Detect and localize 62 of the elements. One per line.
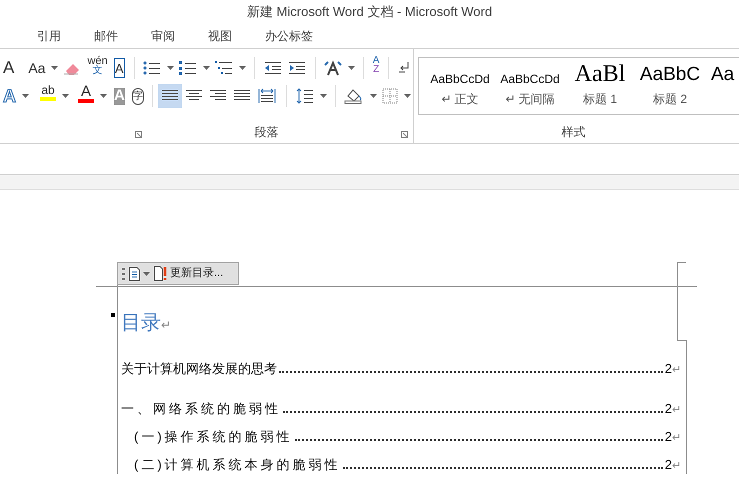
- page-exclamation-icon: [154, 266, 168, 281]
- ribbon-tab[interactable]: 邮件: [90, 27, 122, 45]
- decrease-indent-icon: [264, 61, 282, 75]
- enclosed-character-button[interactable]: 字: [132, 88, 144, 104]
- ribbon-tab[interactable]: 引用: [33, 27, 65, 45]
- caret-icon[interactable]: [404, 94, 412, 98]
- caret-icon[interactable]: [320, 94, 327, 98]
- text-effect-button[interactable]: A: [0, 84, 19, 108]
- caret-icon[interactable]: [239, 66, 246, 70]
- numbered-list-icon: [179, 60, 198, 76]
- font-color-button[interactable]: A: [75, 84, 97, 108]
- align-right-icon: [210, 90, 226, 102]
- ribbon-tab[interactable]: 审阅: [147, 27, 179, 45]
- document-icon[interactable]: [129, 266, 140, 280]
- justify-icon: [234, 90, 250, 102]
- phonetic-guide-button[interactable]: wén 文: [84, 56, 111, 80]
- update-toc-button[interactable]: 更新目录...: [154, 265, 224, 282]
- line-spacing-icon: [296, 88, 314, 104]
- ribbon-tab[interactable]: 办公标签: [261, 27, 317, 45]
- grip-icon: [122, 268, 125, 280]
- sort-button[interactable]: A Z: [370, 56, 382, 80]
- anchor-mark: [111, 313, 115, 317]
- group-label: 样式: [562, 124, 586, 141]
- caret-icon[interactable]: [100, 94, 107, 98]
- caret-icon[interactable]: [370, 94, 378, 98]
- style-option[interactable]: AaBbC 标题 2: [635, 58, 705, 114]
- toc-entry[interactable]: 一、网络系统的脆弱性 2↵: [121, 390, 681, 418]
- multilevel-list-icon: [215, 60, 234, 76]
- grow-font-button[interactable]: A: [0, 56, 18, 80]
- distributed-icon: [258, 88, 276, 104]
- group-label: 段落: [254, 124, 278, 141]
- bullets-list-icon: [143, 60, 162, 76]
- caret-icon[interactable]: [203, 66, 210, 70]
- style-option[interactable]: AaBbCcDd ↵ 无间隔: [495, 58, 565, 114]
- caret-icon[interactable]: [143, 272, 150, 276]
- caret-icon[interactable]: [62, 94, 69, 98]
- caret-icon[interactable]: [167, 66, 174, 70]
- align-left-icon: [162, 90, 178, 102]
- toc-title: 目录↵: [121, 311, 172, 336]
- toc-entry[interactable]: (二)计算机系统本身的脆弱性 2↵: [121, 446, 681, 474]
- window-title: 新建 Microsoft Word 文档 - Microsoft Word: [246, 3, 494, 22]
- dialog-launcher-icon[interactable]: [401, 131, 408, 138]
- toc-entry[interactable]: (一)操作系统的脆弱性 2↵: [121, 418, 681, 446]
- style-option[interactable]: AaBl 标题 1: [565, 58, 635, 114]
- align-center-icon: [186, 90, 202, 102]
- borders-grid-icon: [382, 88, 398, 104]
- caret-icon[interactable]: [348, 66, 356, 70]
- character-border-button[interactable]: A: [114, 58, 125, 78]
- paragraph-mark-icon: [398, 61, 410, 75]
- arrows-letter-icon: [324, 60, 342, 76]
- style-option[interactable]: AaBbCcDd ↵ 正文: [425, 58, 495, 114]
- caret-icon[interactable]: [22, 94, 29, 98]
- paint-bucket-icon: [344, 88, 364, 104]
- style-option[interactable]: Aa: [705, 58, 734, 114]
- increase-indent-icon: [288, 61, 306, 75]
- align-left-button[interactable]: [158, 84, 182, 108]
- dialog-launcher-icon[interactable]: [135, 131, 142, 138]
- change-case-button[interactable]: Aa: [25, 56, 48, 80]
- caret-icon[interactable]: [51, 66, 58, 70]
- ribbon-tab[interactable]: 视图: [204, 27, 236, 45]
- toc-entry[interactable]: 关于计算机网络发展的思考 2↵: [121, 350, 681, 378]
- highlight-button[interactable]: ab: [37, 84, 59, 108]
